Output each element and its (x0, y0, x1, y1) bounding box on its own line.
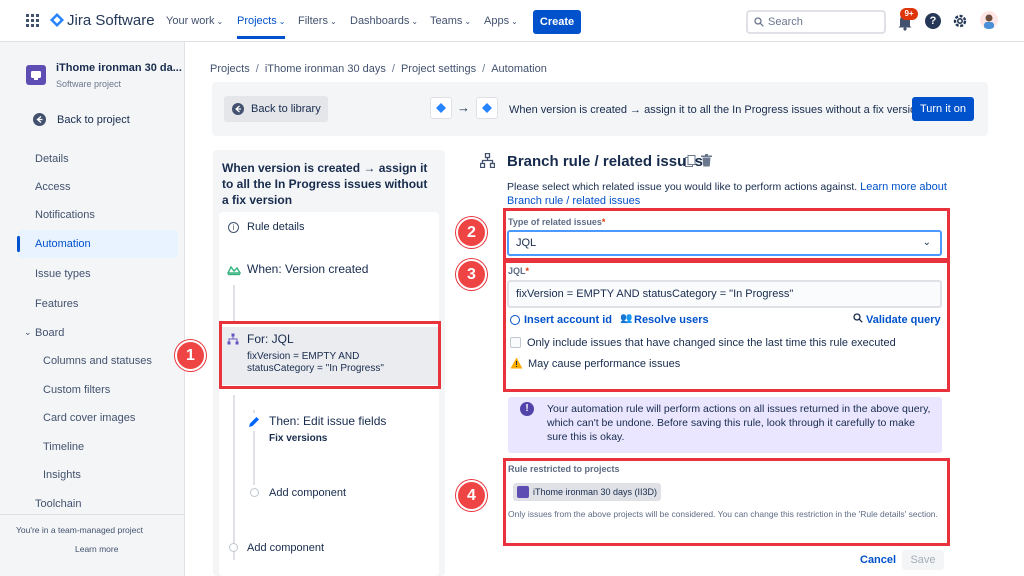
jira-logo-icon[interactable] (50, 13, 64, 27)
create-button[interactable]: Create (533, 10, 581, 34)
nav-your-work[interactable]: Your work ⌄ (166, 15, 223, 27)
nav-projects[interactable]: Projects ⌄ (237, 15, 286, 39)
search-icon (754, 17, 764, 27)
nav-apps[interactable]: Apps ⌄ (484, 15, 518, 27)
trigger-icon (227, 264, 241, 276)
sidebar-item-timeline[interactable]: Timeline (43, 441, 84, 453)
delete-trash-icon[interactable] (701, 154, 712, 167)
sidebar-item-details[interactable]: Details (35, 153, 69, 165)
rule-summary: When version is created → assign it to a… (509, 104, 923, 116)
project-avatar (26, 65, 46, 85)
annotation-frame-3 (503, 260, 950, 392)
copy-icon[interactable] (685, 155, 696, 167)
form-title: Branch rule / related issues (507, 153, 703, 170)
learn-more-link[interactable]: Learn more (75, 544, 118, 554)
flow-connector-line (233, 285, 235, 321)
trigger-item[interactable]: When: Version created (247, 262, 368, 276)
add-component-outer[interactable]: Add component (247, 542, 324, 554)
action-title[interactable]: Then: Edit issue fields (269, 414, 386, 428)
search-input[interactable]: Search (746, 10, 886, 34)
nav-teams[interactable]: Teams ⌄ (430, 15, 471, 27)
search-placeholder: Search (768, 16, 803, 28)
back-to-project-link[interactable]: Back to project (57, 114, 130, 126)
board-chevron-icon[interactable]: ⌄ (24, 327, 32, 338)
annotation-frame-4 (503, 458, 950, 546)
breadcrumb-projects[interactable]: Projects (210, 63, 250, 75)
app-switcher-icon[interactable] (26, 14, 39, 27)
team-managed-note: You're in a team-managed project (16, 525, 143, 535)
breadcrumb: Projects / iThome ironman 30 days / Project … (210, 63, 547, 75)
annotation-badge-3: 3 (456, 259, 487, 290)
flow-connector-line-2 (233, 395, 235, 560)
edit-pencil-icon (245, 413, 263, 431)
trigger-step-icon (430, 97, 452, 119)
help-icon[interactable]: ? (925, 13, 941, 29)
breadcrumb-project[interactable]: iThome ironman 30 days (265, 63, 386, 75)
sidebar-item-columns[interactable]: Columns and statuses (43, 355, 152, 367)
annotation-badge-1: 1 (175, 340, 206, 371)
save-button[interactable]: Save (902, 550, 944, 570)
form-description: Please select which related issue you wo… (507, 181, 947, 207)
cancel-button[interactable]: Cancel (860, 554, 896, 566)
note-text: Your automation rule will perform action… (547, 403, 931, 443)
action-step-icon (476, 97, 498, 119)
add-component-node-icon (250, 488, 259, 497)
settings-gear-icon[interactable] (952, 13, 968, 29)
annotation-frame-1 (219, 321, 441, 389)
sidebar-item-card-cover[interactable]: Card cover images (43, 412, 135, 424)
breadcrumb-settings[interactable]: Project settings (401, 63, 476, 75)
add-component-node-icon-2 (229, 543, 238, 552)
back-to-library-button[interactable]: Back to library (224, 96, 328, 122)
sidebar-item-notifications[interactable]: Notifications (35, 209, 95, 221)
action-detail: Fix versions (269, 433, 328, 444)
breadcrumb-automation[interactable]: Automation (491, 63, 547, 75)
rule-panel-title: When version is created → assign it to a… (222, 161, 428, 207)
back-library-icon (232, 103, 244, 115)
sidebar-item-toolchain[interactable]: Toolchain (35, 498, 81, 510)
turn-it-on-button[interactable]: Turn it on (912, 97, 974, 121)
nav-dashboards[interactable]: Dashboards ⌄ (350, 15, 418, 27)
add-component-inner[interactable]: Add component (269, 487, 346, 499)
note-info-icon: ! (520, 402, 534, 416)
project-name[interactable]: iThome ironman 30 da... (56, 62, 182, 74)
sidebar-item-automation[interactable]: Automation (35, 238, 91, 250)
flow-arrow-icon: → (457, 100, 470, 115)
sidebar-item-access[interactable]: Access (35, 181, 70, 193)
sidebar-item-issue-types[interactable]: Issue types (35, 268, 91, 280)
sidebar-item-board[interactable]: Board (35, 327, 64, 339)
rule-details-item[interactable]: Rule details (247, 221, 304, 233)
annotation-badge-4: 4 (456, 480, 487, 511)
nav-filters[interactable]: Filters ⌄ (298, 15, 337, 27)
app-logo-text[interactable]: Jira Software (67, 12, 155, 29)
project-type: Software project (56, 79, 122, 89)
sidebar-active-indicator (17, 236, 20, 252)
annotation-badge-2: 2 (456, 217, 487, 248)
info-icon: i (228, 222, 239, 233)
back-arrow-icon (33, 113, 46, 126)
sidebar-item-custom-filters[interactable]: Custom filters (43, 384, 110, 396)
notification-badge: 9+ (900, 8, 918, 20)
user-avatar[interactable] (980, 11, 998, 29)
branch-rule-icon (480, 153, 495, 168)
sidebar-item-features[interactable]: Features (35, 298, 78, 310)
sidebar-divider (0, 514, 184, 515)
sidebar-item-insights[interactable]: Insights (43, 469, 81, 481)
annotation-frame-2 (503, 208, 950, 261)
